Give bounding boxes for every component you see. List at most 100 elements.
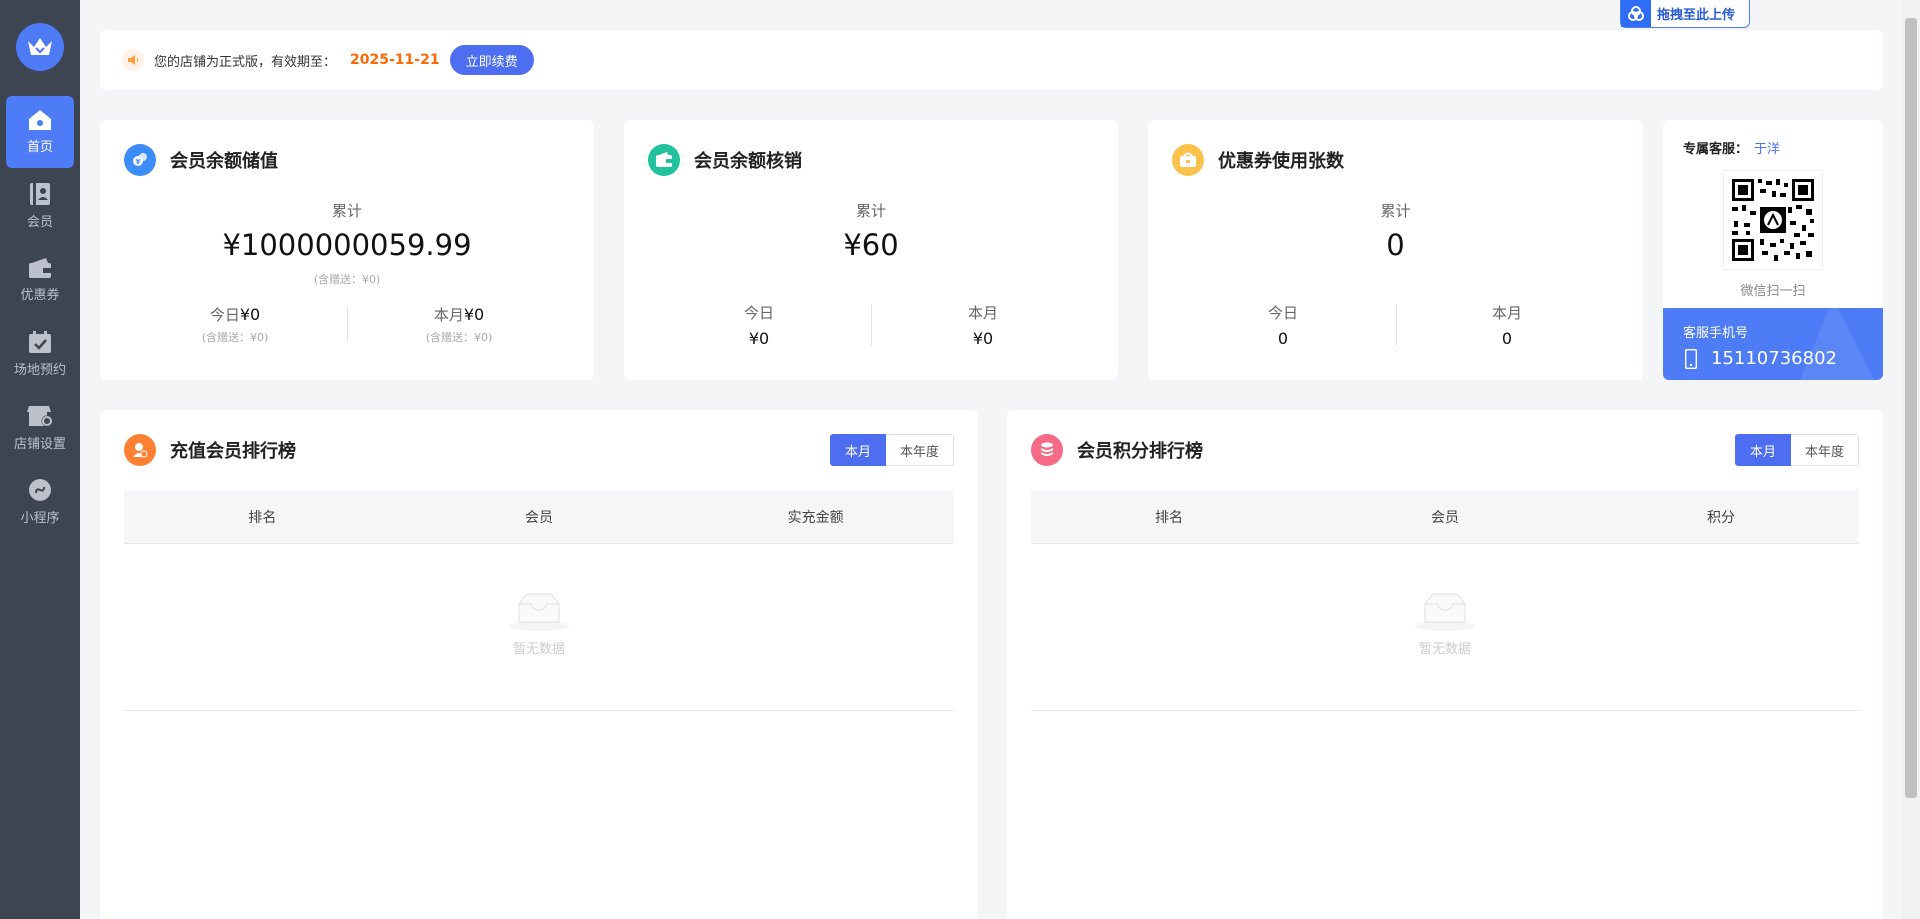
upload-label: 拖拽至此上传 xyxy=(1657,8,1736,23)
stat-card-balance-redeem: 会员余额核销 累计 ¥60 今日 ¥0 本月 ¥0 xyxy=(624,120,1118,380)
crown-logo-icon[interactable] xyxy=(16,23,64,71)
store-settings-icon xyxy=(27,406,53,427)
service-phone-panel: 客服手机号 15110736802 xyxy=(1663,298,1883,380)
sidebar-item-label: 会员 xyxy=(26,215,53,230)
sidebar-item-label: 优惠券 xyxy=(20,288,60,303)
total-label: 累计 xyxy=(855,202,886,220)
panel-title: 会员积分排行榜 xyxy=(1031,434,1203,466)
total-value: 0 xyxy=(1386,228,1405,262)
month-stat: 本月¥0 (含赠送：¥0) xyxy=(348,304,570,345)
card-title: 优惠券使用张数 xyxy=(1172,144,1344,176)
column-header-rank[interactable]: 排名 xyxy=(1031,507,1307,527)
sidebar-item-label: 小程序 xyxy=(20,511,60,526)
today-label: 今日 xyxy=(1267,304,1298,322)
period-tabs: 本月 本年度 xyxy=(829,434,954,466)
license-notice-bar: 您的店铺为正式版，有效期至： 2025-11-21 立即续费 xyxy=(100,30,1883,90)
wallet-icon xyxy=(648,144,680,176)
today-stat: 今日 ¥0 xyxy=(648,302,870,348)
total-label: 累计 xyxy=(331,202,362,220)
column-header-amount[interactable]: 实充金额 xyxy=(677,507,954,527)
tab-this-year[interactable]: 本年度 xyxy=(1790,434,1859,466)
month-stat: 本月 ¥0 xyxy=(872,302,1094,348)
sidebar-item-label: 场地预约 xyxy=(13,363,66,378)
panel-title-text: 充值会员排行榜 xyxy=(170,441,296,462)
column-header-member[interactable]: 会员 xyxy=(401,507,678,527)
today-stat: 今日¥0 (含赠送：¥0) xyxy=(124,304,346,345)
service-name: 于洋 xyxy=(1754,142,1781,157)
month-value: ¥0 xyxy=(972,329,994,348)
empty-state: 暂无数据 xyxy=(100,590,978,657)
period-tabs: 本月 本年度 xyxy=(1734,434,1859,466)
table-bottom-border xyxy=(1031,710,1859,711)
home-icon xyxy=(29,110,51,130)
card-title: 会员余额核销 xyxy=(648,144,802,176)
month-stat: 本月 0 xyxy=(1396,302,1618,348)
svg-text:¥: ¥ xyxy=(136,158,141,166)
card-title-text: 会员余额核销 xyxy=(694,151,802,172)
service-label: 专属客服： xyxy=(1683,142,1749,157)
column-header-rank[interactable]: 排名 xyxy=(124,507,401,527)
empty-box-icon xyxy=(1415,593,1475,631)
table-header: 排名 会员 实充金额 xyxy=(124,490,954,544)
sidebar-item-store-settings[interactable]: 店铺设置 xyxy=(6,392,74,464)
sidebar-item-mini-program[interactable]: 小程序 xyxy=(6,466,74,538)
tab-this-year[interactable]: 本年度 xyxy=(885,434,954,466)
column-header-points[interactable]: 积分 xyxy=(1583,507,1859,527)
user-rank-icon xyxy=(124,434,156,466)
stat-card-balance-recharge: ¥ 会员余额储值 累计 ¥1000000059.99 (含赠送：¥0) 今日¥0… xyxy=(100,120,594,380)
recharge-icon: ¥ xyxy=(124,144,156,176)
empty-state: 暂无数据 xyxy=(1007,590,1883,657)
empty-text: 暂无数据 xyxy=(1418,642,1471,657)
renew-button[interactable]: 立即续费 xyxy=(449,45,534,75)
month-value: 0 xyxy=(1501,329,1513,348)
panel-title: 充值会员排行榜 xyxy=(124,434,296,466)
sidebar-item-coupon[interactable]: 优惠券 xyxy=(6,244,74,316)
today-note: (含赠送：¥0) xyxy=(201,331,269,344)
empty-box-icon xyxy=(509,593,569,631)
drag-upload-widget[interactable]: 拖拽至此上传 xyxy=(1620,0,1750,28)
coupon-bag-icon xyxy=(1172,144,1204,176)
expiry-date: 2025-11-21 xyxy=(350,52,440,68)
today-value: ¥0 xyxy=(748,329,770,348)
sidebar-item-home[interactable]: 首页 xyxy=(6,96,74,168)
service-label-row: 专属客服： 于洋 xyxy=(1683,138,1780,157)
month-label: 本月 xyxy=(1491,304,1522,322)
today-value: ¥0 xyxy=(239,305,261,324)
coupon-icon xyxy=(29,258,51,278)
today-label: 今日 xyxy=(209,306,240,324)
phone-row: 15110736802 xyxy=(1685,348,1837,369)
total-value: ¥60 xyxy=(843,228,899,262)
sidebar-item-venue-booking[interactable]: 场地预约 xyxy=(6,318,74,390)
sidebar-item-member[interactable]: 会员 xyxy=(6,170,74,242)
total-label: 累计 xyxy=(1380,202,1411,220)
today-stat: 今日 0 xyxy=(1172,302,1394,348)
cloud-icon xyxy=(1621,0,1651,27)
scrollbar-thumb[interactable] xyxy=(1905,18,1917,798)
card-title-text: 优惠券使用张数 xyxy=(1218,151,1344,172)
member-icon xyxy=(30,183,50,205)
tab-this-month[interactable]: 本月 xyxy=(1734,434,1791,466)
coin-stack-icon xyxy=(1031,434,1063,466)
phone-number: 15110736802 xyxy=(1711,348,1837,369)
card-title-text: 会员余额储值 xyxy=(170,151,278,172)
customer-service-card: 专属客服： 于洋 微信扫一扫 客服手机号 15110736802 xyxy=(1663,120,1883,380)
total-note: (含赠送：¥0) xyxy=(313,273,381,286)
sidebar: 首页 会员 优惠券 场地预约 店铺设置 小程序 xyxy=(0,0,80,919)
sidebar-item-label: 店铺设置 xyxy=(13,437,66,452)
points-ranking-panel: 会员积分排行榜 本月 本年度 排名 会员 积分 暂无数据 xyxy=(1007,410,1883,919)
tab-this-month[interactable]: 本月 xyxy=(829,434,886,466)
month-label: 本月 xyxy=(967,304,998,322)
sidebar-item-label: 首页 xyxy=(26,140,53,155)
notice-text: 您的店铺为正式版，有效期至： xyxy=(154,54,337,70)
month-value: ¥0 xyxy=(463,305,485,324)
stat-card-coupon-usage: 优惠券使用张数 累计 0 今日 0 本月 0 xyxy=(1148,120,1643,380)
wechat-qr-code xyxy=(1723,170,1823,270)
today-value: 0 xyxy=(1277,329,1289,348)
speaker-icon xyxy=(122,49,144,71)
card-title: ¥ 会员余额储值 xyxy=(124,144,278,176)
month-note: (含赠送：¥0) xyxy=(425,331,493,344)
panel-title-text: 会员积分排行榜 xyxy=(1077,441,1203,462)
table-header: 排名 会员 积分 xyxy=(1031,490,1859,544)
column-header-member[interactable]: 会员 xyxy=(1307,507,1583,527)
total-value: ¥1000000059.99 xyxy=(222,228,472,262)
